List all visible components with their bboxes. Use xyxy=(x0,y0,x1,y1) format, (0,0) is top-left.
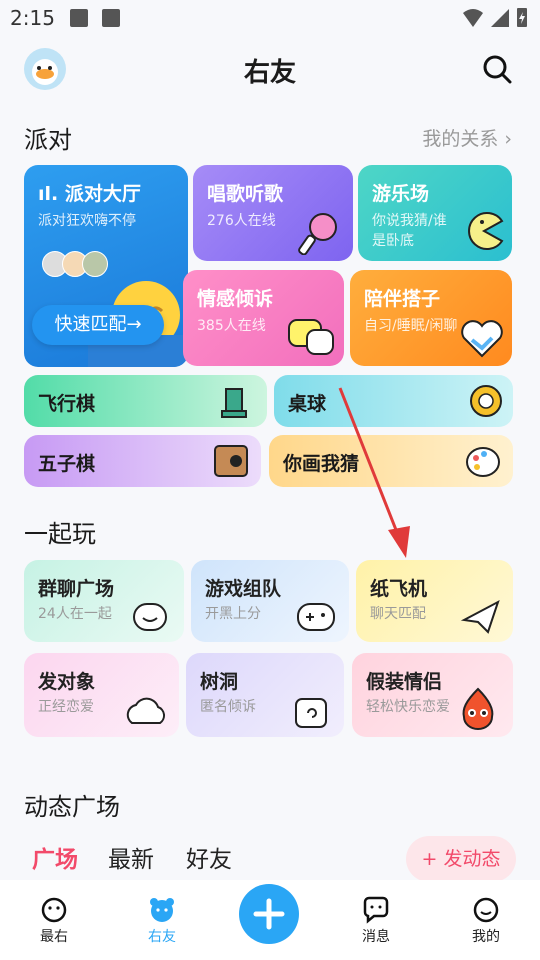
smile-face-icon xyxy=(41,897,67,923)
signal-icon xyxy=(491,9,509,27)
gomoku-title: 五子棋 xyxy=(38,453,96,475)
billiard-ball-icon xyxy=(470,385,502,417)
annotation-arrow-icon xyxy=(338,387,410,558)
emotion-card[interactable]: 情感倾诉 385人在线 xyxy=(183,270,344,366)
party-hall-card[interactable]: ıl. 派对大厅 派对狂欢嗨不停 快速匹配→ xyxy=(24,165,188,367)
notification-icon xyxy=(102,9,120,27)
status-bar: 2:15 xyxy=(0,0,540,36)
nav-zuiyou[interactable]: 最右 xyxy=(24,896,84,946)
search-icon[interactable] xyxy=(482,54,512,84)
tab-square[interactable]: 广场 xyxy=(32,840,78,874)
playground-title: 游乐场 xyxy=(372,183,430,205)
paint-palette-icon xyxy=(466,447,500,477)
pacman-icon xyxy=(468,212,504,250)
party-hall-subtitle: 派对狂欢嗨不停 xyxy=(38,213,136,229)
find-partner-card[interactable]: 发对象 正经恋爱 xyxy=(24,653,179,737)
tree-stump-icon xyxy=(295,698,327,728)
group-chat-title: 群聊广场 xyxy=(38,578,115,600)
group-chat-card[interactable]: 群聊广场 24人在一起 xyxy=(24,560,184,642)
page-title: 右友 xyxy=(243,58,296,88)
companion-subtitle: 自习/睡眠/闲聊 xyxy=(364,318,458,334)
go-board-icon xyxy=(214,445,248,477)
gomoku-card[interactable]: 五子棋 xyxy=(24,435,261,487)
image-icon xyxy=(70,9,88,27)
find-partner-title: 发对象 xyxy=(38,671,96,693)
nav-profile-label: 我的 xyxy=(472,929,500,945)
my-relations-link[interactable]: 我的关系 › xyxy=(422,124,512,151)
fake-couple-title: 假装情侣 xyxy=(366,671,443,693)
tree-hole-card[interactable]: 树洞 匿名倾诉 xyxy=(186,653,344,737)
playground-subtitle: 你说我猜/谁是卧底 xyxy=(372,213,447,249)
game-team-card[interactable]: 游戏组队 开黑上分 xyxy=(191,560,349,642)
nav-youyou-label: 右友 xyxy=(148,929,176,945)
companion-card[interactable]: 陪伴搭子 自习/睡眠/闲聊 xyxy=(350,270,512,366)
gamepad-icon xyxy=(297,603,335,631)
companion-title: 陪伴搭子 xyxy=(364,288,441,310)
bear-face-icon xyxy=(150,898,174,922)
paper-plane-card[interactable]: 纸飞机 聊天匹配 xyxy=(356,560,513,642)
paper-plane-icon xyxy=(460,599,500,634)
tab-friends[interactable]: 好友 xyxy=(186,840,232,874)
bottom-nav: 最右 右友 消息 我的 xyxy=(0,880,540,960)
handshake-heart-icon xyxy=(461,320,503,358)
sound-bars-icon: ıl. xyxy=(38,183,65,205)
tree-hole-subtitle: 匿名倾诉 xyxy=(200,699,256,715)
game-team-title: 游戏组队 xyxy=(205,578,282,600)
group-chat-subtitle: 24人在一起 xyxy=(38,606,112,622)
fake-couple-card[interactable]: 假装情侣 轻松快乐恋爱 xyxy=(352,653,513,737)
battery-icon xyxy=(517,8,527,27)
flying-chess-card[interactable]: 飞行棋 xyxy=(24,375,267,427)
tab-latest[interactable]: 最新 xyxy=(108,840,154,874)
fire-mascot-icon xyxy=(462,687,494,730)
chess-rook-icon xyxy=(221,388,247,418)
tree-hole-title: 树洞 xyxy=(200,671,239,693)
arrow-right-icon: → xyxy=(126,314,142,335)
nav-messages[interactable]: 消息 xyxy=(346,896,406,946)
profile-face-icon xyxy=(473,897,499,923)
microphone-icon xyxy=(298,213,337,255)
emotion-subtitle: 385人在线 xyxy=(197,318,266,334)
plus-icon xyxy=(253,898,285,930)
find-partner-subtitle: 正经恋爱 xyxy=(38,699,94,715)
chat-bubble-icon xyxy=(288,319,334,355)
emotion-title: 情感倾诉 xyxy=(197,288,274,310)
quick-match-button[interactable]: 快速匹配→ xyxy=(32,305,164,345)
nav-youyou[interactable]: 右友 xyxy=(132,896,192,946)
message-icon xyxy=(363,896,389,924)
playground-card[interactable]: 游乐场 你说我猜/谁是卧底 xyxy=(358,165,512,261)
sing-subtitle: 276人在线 xyxy=(207,213,276,229)
game-team-subtitle: 开黑上分 xyxy=(205,606,261,622)
chat-smile-icon xyxy=(133,603,167,631)
flying-chess-title: 飞行棋 xyxy=(38,393,96,415)
sing-title: 唱歌听歌 xyxy=(207,183,284,205)
my-relations-label: 我的关系 xyxy=(422,128,499,150)
cloud-heart-icon xyxy=(126,697,165,724)
sing-card[interactable]: 唱歌听歌 276人在线 xyxy=(193,165,353,261)
nav-zuiyou-label: 最右 xyxy=(40,929,68,945)
paper-plane-title: 纸飞机 xyxy=(370,578,428,600)
nav-messages-label: 消息 xyxy=(362,929,390,945)
paper-plane-subtitle: 聊天匹配 xyxy=(370,606,426,622)
fake-couple-subtitle: 轻松快乐恋爱 xyxy=(366,699,450,715)
post-button[interactable]: + 发动态 xyxy=(406,836,516,882)
chevron-right-icon: › xyxy=(504,128,512,150)
wifi-icon xyxy=(463,9,483,27)
status-time: 2:15 xyxy=(10,6,55,30)
section-title-play: 一起玩 xyxy=(24,520,96,548)
create-button[interactable] xyxy=(239,884,299,944)
party-hall-title: ıl. 派对大厅 xyxy=(38,183,141,205)
section-title-feed: 动态广场 xyxy=(24,793,120,821)
nav-profile[interactable]: 我的 xyxy=(456,896,516,946)
billiards-title: 桌球 xyxy=(288,393,327,415)
section-title-party: 派对 xyxy=(24,126,72,154)
